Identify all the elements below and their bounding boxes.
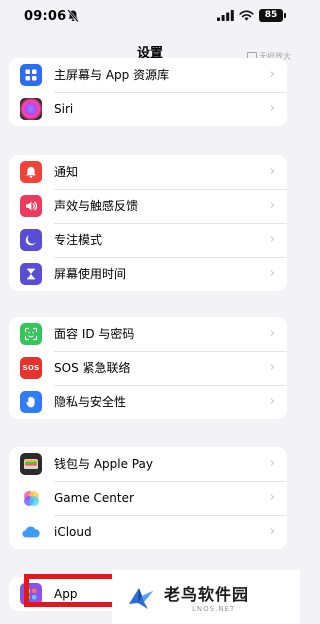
settings-row-label: iCloud (54, 525, 92, 539)
settings-group-notifications: 通知 › 声效与触感反馈 › 专注模式 › 屏幕使用时间 › (9, 155, 287, 291)
settings-row-label: 面容 ID 与密码 (54, 327, 135, 341)
game-center-icon (20, 487, 42, 509)
notification-bell-icon (20, 161, 42, 183)
settings-row-label: SOS 紧急联络 (54, 361, 131, 375)
settings-row-notifications[interactable]: 通知 › (9, 155, 287, 189)
settings-group-accounts: 钱包与 Apple Pay › Game Center › iCloud › (9, 447, 287, 549)
watermark-url: LNOS.NET (192, 605, 236, 613)
chevron-right-icon: › (269, 360, 275, 375)
settings-row-label: 隐私与安全性 (54, 395, 127, 409)
chevron-right-icon: › (269, 456, 275, 471)
hourglass-icon (20, 263, 42, 285)
battery-icon: 85 (259, 9, 286, 22)
settings-row-label: 声效与触感反馈 (54, 199, 139, 213)
settings-row-face-id[interactable]: 面容 ID 与密码 › (9, 317, 287, 351)
settings-row-siri[interactable]: Siri › (9, 92, 287, 126)
icloud-icon (20, 521, 42, 543)
settings-row-wallet[interactable]: 钱包与 Apple Pay › (9, 447, 287, 481)
speaker-icon (20, 195, 42, 217)
settings-row-label: 主屏幕与 App 资源库 (54, 68, 170, 82)
settings-row-label: 专注模式 (54, 233, 103, 247)
settings-row-label: Siri (54, 102, 74, 116)
settings-row-privacy[interactable]: 隐私与安全性 › (9, 385, 287, 419)
hand-icon (20, 391, 42, 413)
chevron-right-icon: › (269, 394, 275, 409)
sos-icon: SOS (20, 357, 42, 379)
settings-row-home-screen[interactable]: 主屏幕与 App 资源库 › (9, 58, 287, 92)
settings-row-focus[interactable]: 专注模式 › (9, 223, 287, 257)
settings-row-label: 钱包与 Apple Pay (54, 457, 153, 471)
chevron-right-icon: › (269, 164, 275, 179)
settings-row-label: 屏幕使用时间 (54, 267, 127, 281)
settings-row-emergency-sos[interactable]: SOS SOS 紧急联络 › (9, 351, 287, 385)
chevron-right-icon: › (269, 490, 275, 505)
settings-row-label: 通知 (54, 165, 79, 179)
chevron-right-icon: › (269, 67, 275, 82)
status-time: 09:06 (24, 9, 67, 24)
status-bar: 09:06 85 (0, 0, 300, 34)
bird-logo-icon (129, 588, 153, 609)
settings-row-game-center[interactable]: Game Center › (9, 481, 287, 515)
chevron-right-icon: › (269, 326, 275, 341)
watermark-title: 老鸟软件园 (164, 585, 250, 604)
chevron-right-icon: › (269, 198, 275, 213)
wifi-icon (239, 10, 254, 21)
siri-icon (20, 98, 42, 120)
bell-slash-icon (67, 9, 79, 23)
signal-icon (217, 10, 234, 21)
home-screen-icon (20, 64, 42, 86)
chevron-right-icon: › (269, 524, 275, 539)
settings-group-home: 主屏幕与 App 资源库 › Siri › (9, 58, 287, 126)
chevron-right-icon: › (269, 101, 275, 116)
wallet-icon (20, 453, 42, 475)
chevron-right-icon: › (269, 232, 275, 247)
battery-level: 85 (259, 9, 283, 22)
chevron-right-icon: › (269, 266, 275, 281)
settings-row-icloud[interactable]: iCloud › (9, 515, 287, 549)
highlight-box (24, 574, 124, 607)
watermark: 老鸟软件园 LNOS.NET (112, 570, 300, 624)
settings-row-sounds[interactable]: 声效与触感反馈 › (9, 189, 287, 223)
settings-group-security: 面容 ID 与密码 › SOS SOS 紧急联络 › 隐私与安全性 › (9, 317, 287, 419)
sos-icon-text: SOS (22, 364, 40, 372)
settings-row-label: Game Center (54, 491, 134, 505)
moon-icon (20, 229, 42, 251)
face-id-icon (20, 323, 42, 345)
settings-row-screen-time[interactable]: 屏幕使用时间 › (9, 257, 287, 291)
